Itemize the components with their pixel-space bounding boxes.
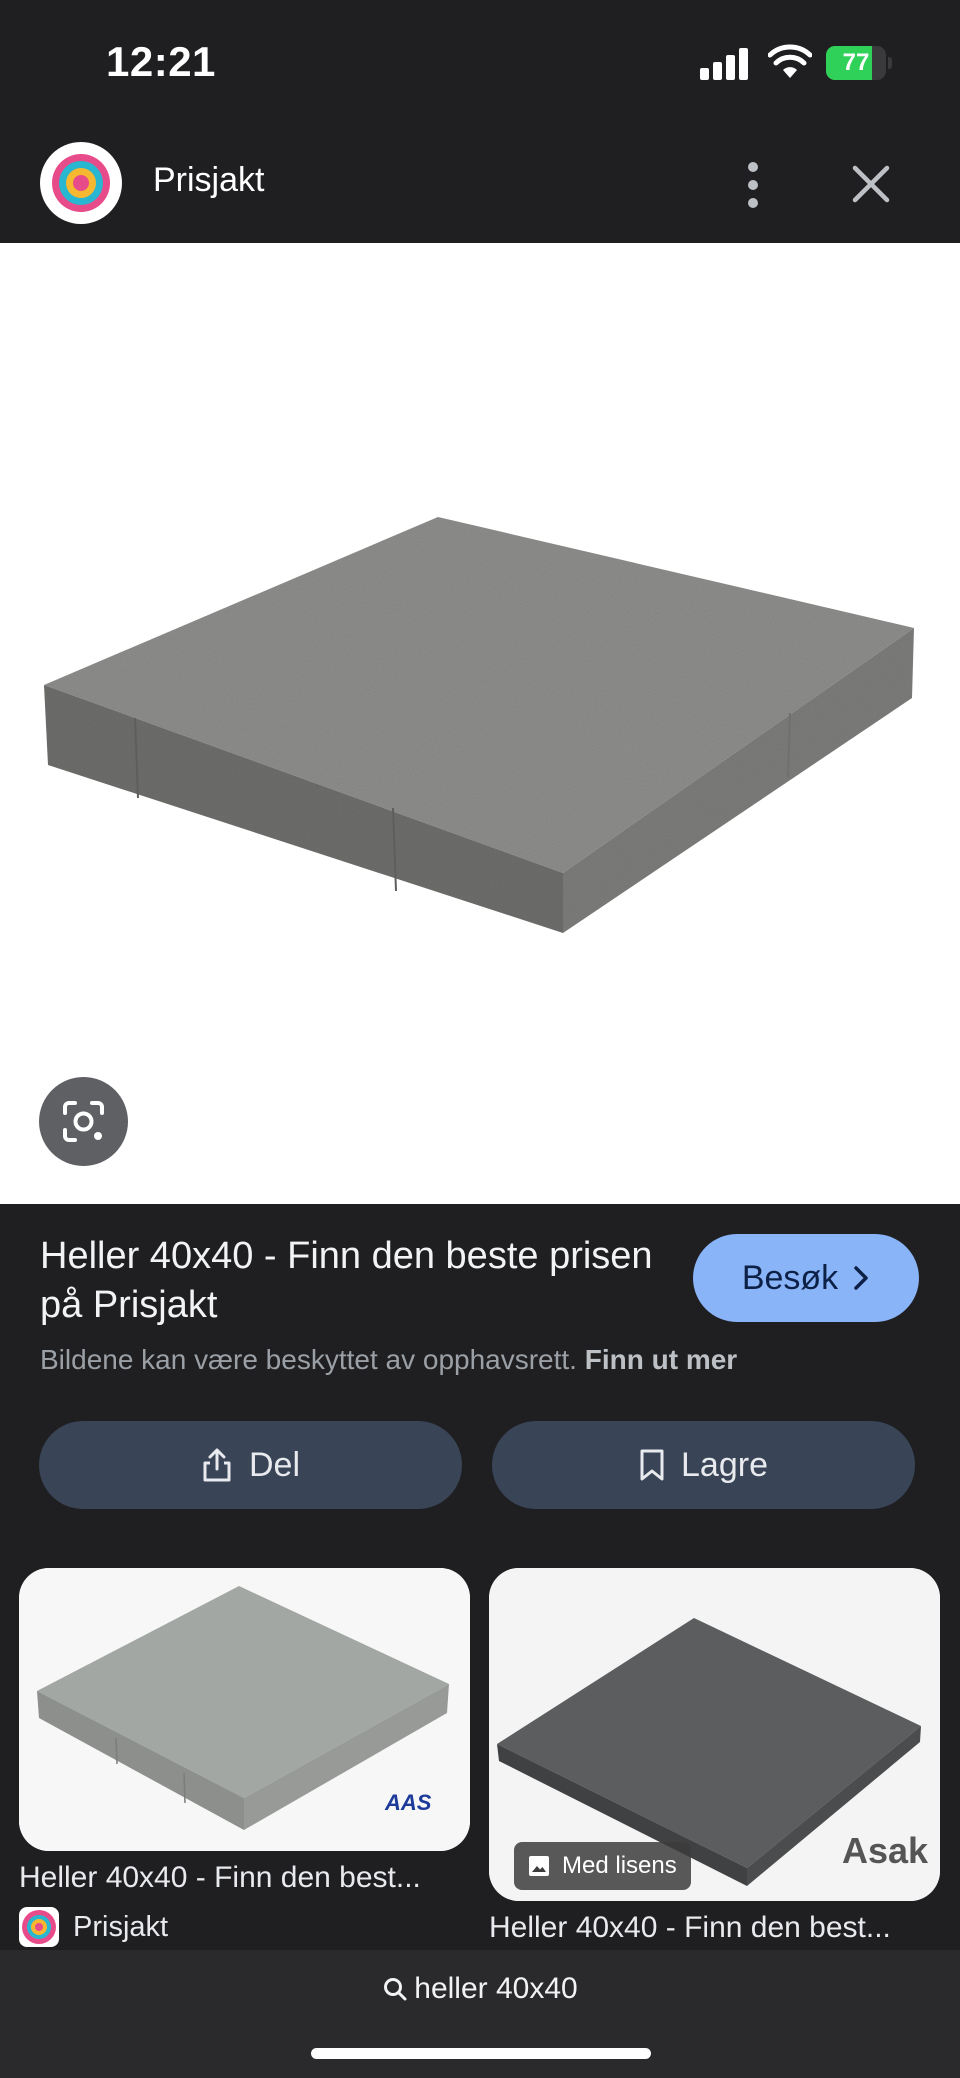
main-image[interactable] [0,243,960,1204]
brand-logo-asak: Asak [842,1830,929,1871]
battery-percent: 77 [842,49,870,76]
visit-button-label: Besøk [741,1258,839,1297]
license-badge[interactable]: Med lisens [514,1842,691,1890]
bottom-search-bar[interactable]: heller 40x40 [0,1950,960,2078]
prisjakt-logo-icon [19,1907,59,1947]
result-title[interactable]: Heller 40x40 - Finn den beste prisen på … [40,1232,660,1330]
prisjakt-logo-icon[interactable] [40,142,122,224]
search-query-pill[interactable]: heller 40x40 [0,1972,960,2006]
cellular-signal-icon [700,48,750,80]
learn-more-link[interactable]: Finn ut mer [585,1344,737,1375]
related-image[interactable]: AAS [19,1568,470,1851]
google-lens-icon [63,1101,104,1142]
share-button[interactable]: Del [39,1421,462,1509]
related-source-name: Prisjakt [73,1910,169,1943]
related-source[interactable]: Prisjakt [19,1907,470,1947]
related-title[interactable]: Heller 40x40 - Finn den best... [19,1861,470,1895]
status-time: 12:21 [106,38,216,85]
save-label: Lagre [681,1445,768,1484]
copyright-notice: Bildene kan være beskyttet av opphavsret… [40,1344,737,1376]
save-button[interactable]: Lagre [492,1421,915,1509]
wifi-icon [768,44,812,78]
paving-slab-image [44,517,914,933]
visit-button[interactable]: Besøk [693,1234,919,1322]
related-image[interactable]: Asak Med lisens [489,1568,940,1901]
site-name[interactable]: Prisjakt [153,161,264,200]
related-title[interactable]: Heller 40x40 - Finn den best... [489,1911,940,1945]
search-icon [384,1978,407,2001]
share-label: Del [248,1445,301,1484]
close-icon[interactable] [846,159,896,209]
brand-logo-aas: AAS [385,1790,432,1815]
more-vert-icon[interactable] [733,155,773,215]
status-bar: 12:21 77 [0,0,960,125]
search-query: heller 40x40 [414,1972,578,2005]
image-icon [529,1856,549,1876]
viewer-header: Prisjakt [0,125,960,243]
related-result-card[interactable]: AAS Heller 40x40 - Finn den best... Pris… [19,1568,470,1947]
battery-indicator: 77 [826,46,892,80]
google-lens-button[interactable] [39,1077,128,1166]
copyright-text: Bildene kan være beskyttet av opphavsret… [40,1344,577,1375]
share-icon [203,1448,231,1482]
related-result-card[interactable]: Asak Med lisens Heller 40x40 - Finn den … [489,1568,940,1945]
chevron-right-icon [854,1266,868,1290]
home-indicator[interactable] [311,2048,651,2059]
bookmark-icon [640,1449,664,1481]
license-badge-label: Med lisens [562,1852,677,1879]
